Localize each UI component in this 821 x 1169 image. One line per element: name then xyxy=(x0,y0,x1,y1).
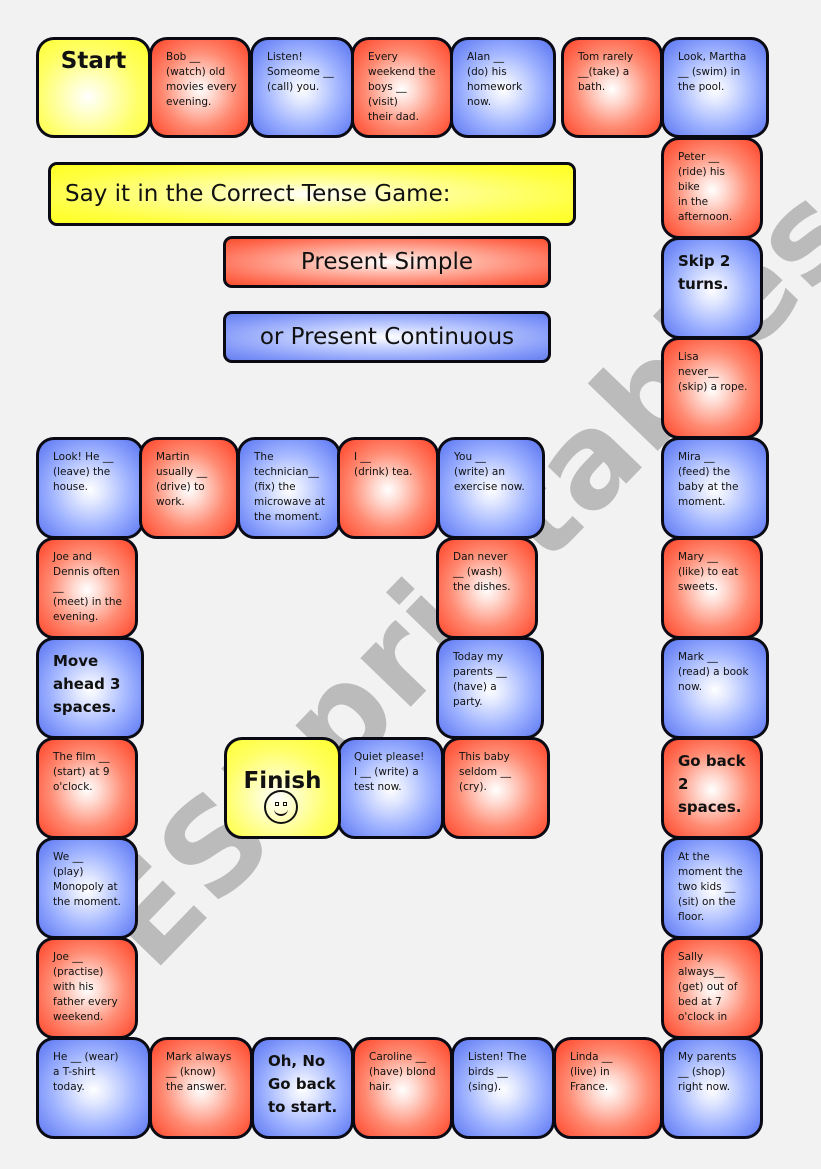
board-tile[interactable]: Mary __ (like) to eat sweets. xyxy=(661,537,763,639)
game-title: Say it in the Correct Tense Game: xyxy=(48,162,576,226)
board-tile[interactable]: Bob __ (watch) old movies every evening. xyxy=(149,37,251,138)
board-tile[interactable]: Caroline __ (have) blond hair. xyxy=(352,1037,453,1139)
smiley-face-icon xyxy=(263,790,298,824)
board-tile[interactable]: Mark __ (read) a book now. xyxy=(661,637,769,739)
board-tile[interactable]: Look, Martha __ (swim) in the pool. xyxy=(661,37,769,138)
board-tile[interactable]: Tom rarely __(take) a bath. xyxy=(561,37,663,138)
board-tile[interactable]: Lisa never__ (skip) a rope. xyxy=(661,337,763,439)
board-tile[interactable]: You __ (write) an exercise now. xyxy=(437,437,545,539)
board-tile[interactable]: My parents __ (shop) right now. xyxy=(661,1037,763,1139)
board-tile[interactable]: Mark always __ (know) the answer. xyxy=(149,1037,253,1139)
action-tile-go-to-start[interactable]: Oh, No Go back to start. xyxy=(251,1037,354,1139)
action-tile-move-ahead[interactable]: Move ahead 3 spaces. xyxy=(36,637,144,739)
action-tile-go-back[interactable]: Go back 2 spaces. xyxy=(661,737,763,839)
board-tile[interactable]: Joe __ (practise) with his father every … xyxy=(36,937,138,1039)
board-tile[interactable]: Linda __ (live) in France. xyxy=(553,1037,663,1139)
board-tile[interactable]: I __ (drink) tea. xyxy=(337,437,439,539)
subtitle-present-continuous: or Present Continuous xyxy=(223,311,551,363)
subtitle-present-simple: Present Simple xyxy=(223,236,551,288)
action-tile-skip-turns[interactable]: Skip 2 turns. xyxy=(661,237,763,339)
board-tile[interactable]: This baby seldom __ (cry). xyxy=(442,737,550,839)
board-tile[interactable]: The film __ (start) at 9 o'clock. xyxy=(36,737,138,839)
board-tile[interactable]: Martin usually __ (drive) to work. xyxy=(139,437,239,539)
board-tile[interactable]: Every weekend the boys __ (visit) their … xyxy=(351,37,453,138)
board-tile[interactable]: Mira __ (feed) the baby at the moment. xyxy=(661,437,769,539)
board-tile[interactable]: Today my parents __ (have) a party. xyxy=(436,637,544,739)
board-tile[interactable]: Look! He __ (leave) the house. xyxy=(36,437,144,539)
smiley-mouth xyxy=(273,804,288,816)
board-tile[interactable]: At the moment the two kids __ (sit) on t… xyxy=(661,837,763,939)
board-tile[interactable]: Joe and Dennis often __ (meet) in the ev… xyxy=(36,537,138,639)
start-tile[interactable]: Start xyxy=(36,37,151,138)
board-tile[interactable]: Listen! Someome __ (call) you. xyxy=(250,37,354,138)
board-tile[interactable]: The technician__ (fix) the microwave at … xyxy=(237,437,341,539)
board-tile[interactable]: Dan never __ (wash) the dishes. xyxy=(436,537,538,639)
board-tile[interactable]: Quiet please! I __ (write) a test now. xyxy=(337,737,444,839)
board-tile[interactable]: He __ (wear) a T-shirt today. xyxy=(36,1037,151,1139)
board-tile[interactable]: Sally always__ (get) out of bed at 7 o'c… xyxy=(661,937,763,1039)
board-tile[interactable]: Peter __ (ride) his bike in the afternoo… xyxy=(661,137,763,239)
board-tile[interactable]: We __ (play) Monopoly at the moment. xyxy=(36,837,138,939)
board-tile[interactable]: Listen! The birds __ (sing). xyxy=(451,1037,555,1139)
finish-tile[interactable]: Finish xyxy=(224,737,341,839)
board-tile[interactable]: Alan __ (do) his homework now. xyxy=(450,37,556,138)
